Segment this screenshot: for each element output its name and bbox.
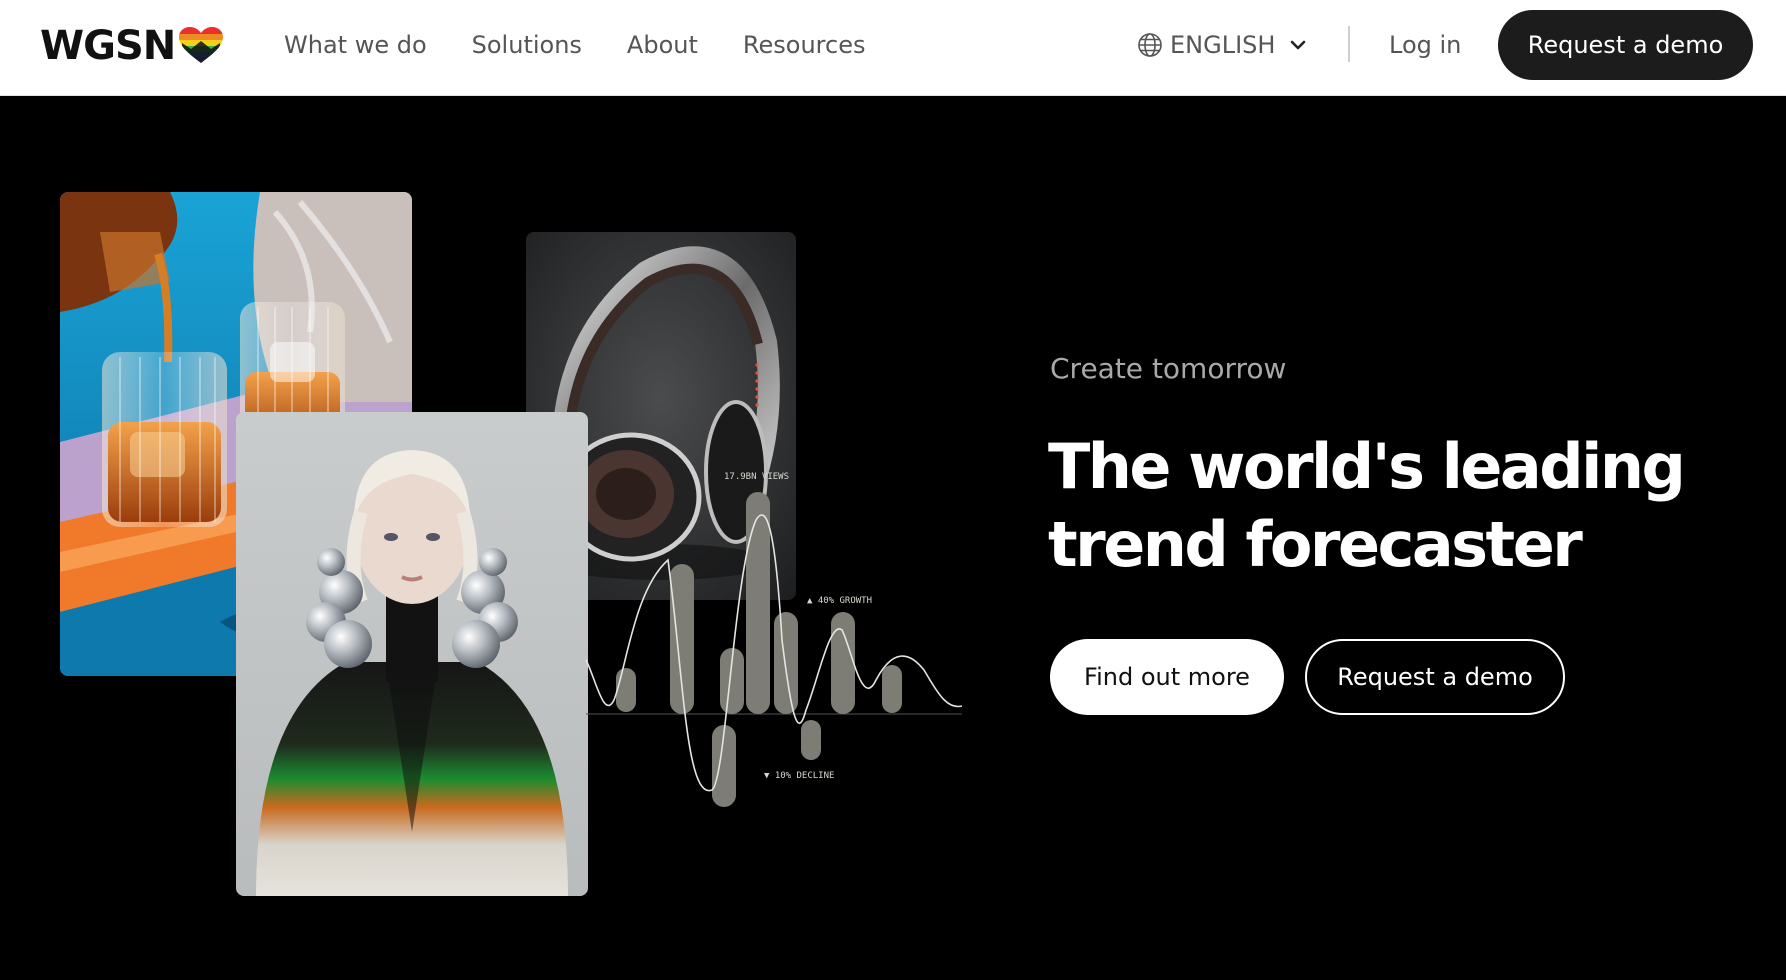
trend-bar	[882, 665, 902, 713]
hero-eyebrow: Create tomorrow	[1050, 352, 1287, 385]
wgsn-logo[interactable]: WGSN	[40, 26, 224, 66]
nav-solutions[interactable]: Solutions	[472, 28, 582, 62]
nav-divider	[1348, 26, 1350, 62]
trend-bar	[616, 668, 636, 712]
views-label: 17.9BN VIEWS	[724, 472, 789, 482]
hero-request-demo-button[interactable]: Request a demo	[1305, 639, 1565, 715]
globe-icon	[1138, 33, 1162, 57]
rainbow-heart-icon	[179, 27, 224, 63]
trend-bar	[746, 492, 770, 714]
language-selector[interactable]: ENGLISH	[1137, 28, 1309, 62]
nav-what-we-do[interactable]: What we do	[284, 28, 427, 62]
primary-nav: What we do Solutions About Resources	[284, 28, 910, 62]
chevron-down-icon	[1291, 40, 1306, 50]
logo-wordmark: WGSN	[40, 23, 176, 69]
headline-line-2: trend forecaster	[1048, 508, 1583, 581]
hero-headline: The world's leading trend forecaster	[1048, 428, 1688, 584]
top-nav: WGSN What we do Solutions About Resource…	[0, 0, 1786, 96]
trend-bar	[831, 612, 855, 714]
headline-line-1: The world's leading	[1048, 430, 1686, 503]
nav-request-demo-button[interactable]: Request a demo	[1498, 10, 1753, 80]
login-link[interactable]: Log in	[1389, 28, 1461, 62]
trend-bar	[774, 612, 798, 714]
trend-bar	[801, 720, 821, 760]
growth-label: ▲ 40% GROWTH	[807, 596, 872, 606]
fashion-model-image	[236, 412, 588, 896]
find-out-more-button[interactable]: Find out more	[1050, 639, 1284, 715]
language-label: ENGLISH	[1170, 31, 1276, 59]
trend-chart-graphic: 17.9BN VIEWS ▲ 40% GROWTH ▼ 10% DECLINE	[585, 472, 963, 807]
nav-resources[interactable]: Resources	[743, 28, 866, 62]
decline-label: ▼ 10% DECLINE	[764, 771, 834, 781]
nav-about[interactable]: About	[627, 28, 698, 62]
